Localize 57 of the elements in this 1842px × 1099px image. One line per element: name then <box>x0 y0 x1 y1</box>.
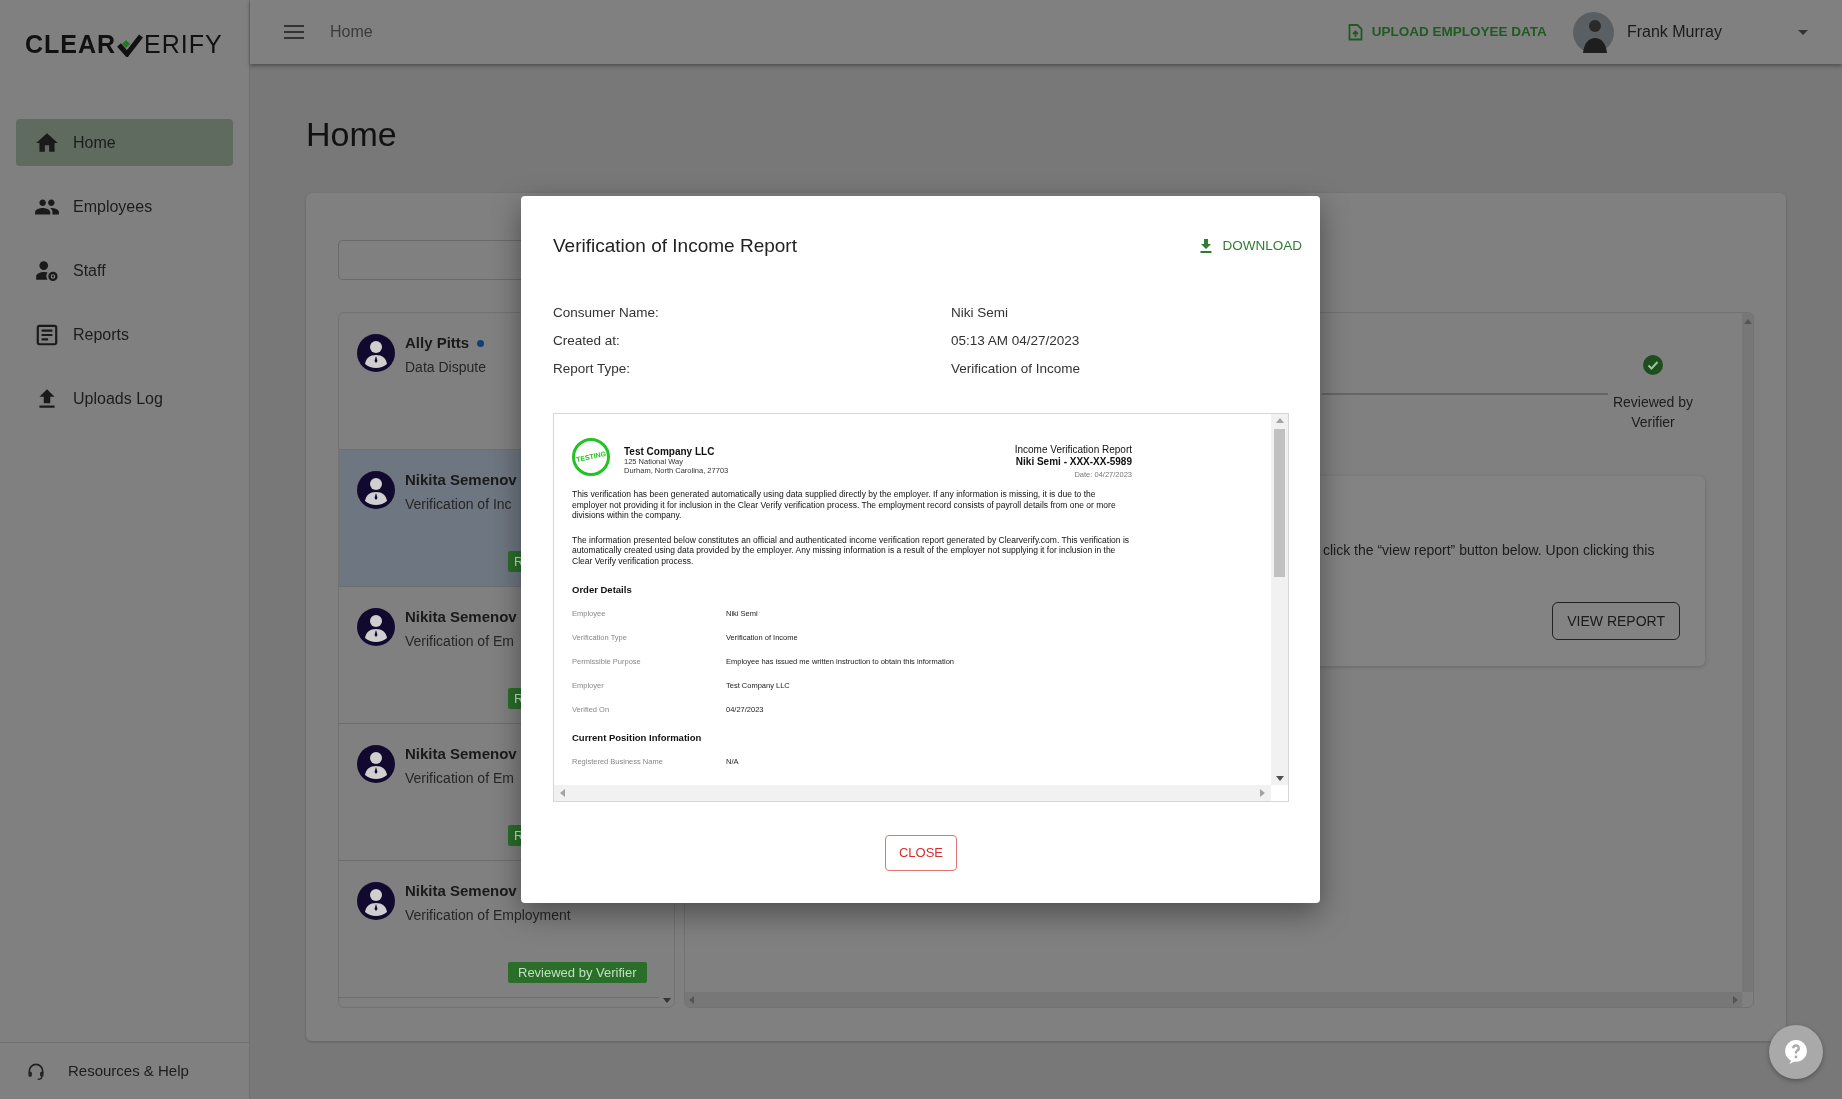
check-circle-icon <box>1643 355 1663 375</box>
request-name: Nikita Semenov <box>405 470 517 490</box>
field-value: 05:13 AM 04/27/2023 <box>951 332 1081 350</box>
help-icon <box>1783 1039 1809 1065</box>
request-type: Verification of Employment <box>405 906 571 925</box>
field-value: Verification of Income <box>951 360 1082 378</box>
avatar-icon <box>357 745 395 783</box>
headset-icon <box>26 1061 46 1081</box>
field-label: Report Type: <box>553 360 632 378</box>
nav-item[interactable]: Home <box>16 119 233 166</box>
avatar-icon <box>357 471 395 509</box>
avatar[interactable] <box>1572 11 1614 53</box>
scroll-up-icon[interactable] <box>1275 418 1284 423</box>
logo-text: ERIFY <box>144 29 223 61</box>
avatar-icon <box>357 334 395 372</box>
help-button[interactable] <box>1769 1025 1823 1079</box>
view-report-button[interactable]: VIEW REPORT <box>1552 602 1680 640</box>
field-label: Created at: <box>553 332 621 350</box>
request-name: Nikita Semenov <box>405 744 517 764</box>
download-button[interactable]: DOWNLOAD <box>1200 232 1302 260</box>
breadcrumb: Home <box>330 22 373 42</box>
page-title: Home <box>306 114 398 154</box>
avatar-icon <box>357 882 395 920</box>
request-name: Ally Pitts <box>405 333 470 353</box>
help-link[interactable]: Resources & Help <box>0 1042 249 1099</box>
download-icon <box>1200 239 1213 253</box>
request-type: Verification of Em <box>405 632 515 651</box>
user-name[interactable]: Frank Murray <box>1626 20 1722 44</box>
request-name: Nikita Semenov <box>405 881 517 901</box>
request-type: Verification of Em <box>405 769 515 788</box>
avatar-icon <box>357 608 395 646</box>
scroll-left-icon[interactable] <box>560 789 565 797</box>
nav-item[interactable]: Employees <box>16 183 233 230</box>
check-icon <box>117 33 144 57</box>
field-value: Niki Semi <box>951 304 1009 322</box>
file-upload-icon <box>1347 23 1363 41</box>
instructions-text: click the “view report” button below. Upon clicking this <box>1323 541 1656 560</box>
section-heading: Order Details <box>572 584 633 596</box>
report-subtitle: Niki Semi - XXX-XX-5989 <box>1015 456 1132 468</box>
request-type: Verification of Inc <box>405 495 513 514</box>
nav-item[interactable]: Reports <box>16 311 233 358</box>
logo-text: CLEAR <box>25 29 117 61</box>
scroll-down-icon[interactable] <box>662 998 671 1003</box>
close-button[interactable]: CLOSE <box>884 835 958 871</box>
scroll-right-icon[interactable] <box>1260 789 1265 797</box>
dialog-title: Verification of Income Report <box>553 233 797 258</box>
request-name: Nikita Semenov <box>405 607 517 627</box>
report-title: Income Verification Report <box>1014 444 1132 456</box>
scroll-down-icon[interactable] <box>1275 776 1284 781</box>
nav-item[interactable]: Uploads Log <box>16 375 233 422</box>
status-badge: Reviewed by Verifier <box>508 962 647 983</box>
caret-icon[interactable] <box>1798 29 1808 35</box>
menu-icon[interactable] <box>284 24 304 40</box>
step-label: Reviewed by Verifier <box>1611 393 1695 432</box>
nav-item[interactable]: Staff <box>16 247 233 294</box>
scrollbar-thumb[interactable] <box>1274 429 1285 577</box>
request-type: Data Dispute <box>405 358 486 377</box>
